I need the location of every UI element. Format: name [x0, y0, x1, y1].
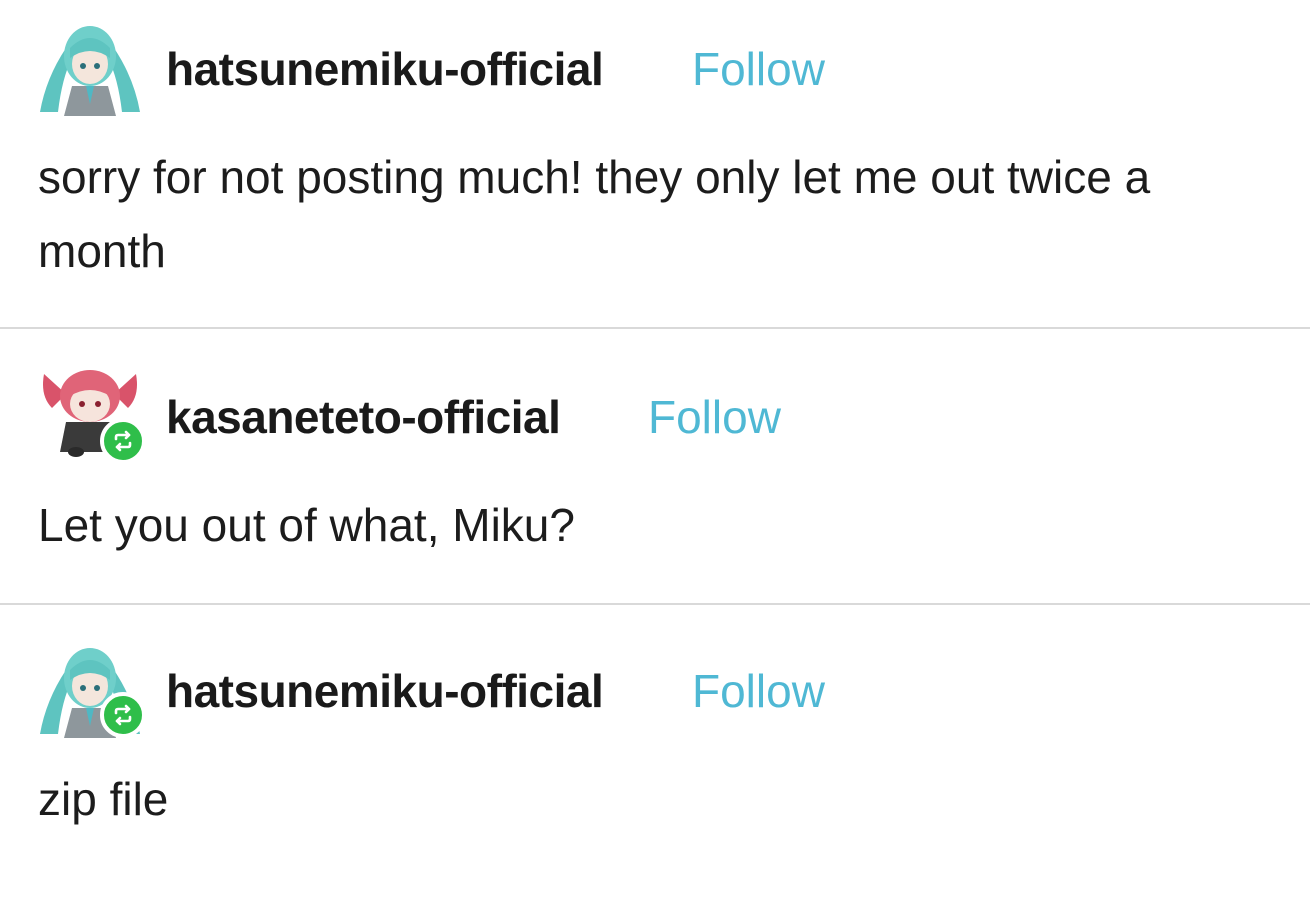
- divider: [0, 327, 1310, 329]
- post-header: hatsunemiku-official Follow: [36, 8, 1296, 118]
- post-2: kasaneteto-official Follow Let you out o…: [0, 330, 1310, 604]
- follow-button[interactable]: Follow: [692, 42, 825, 96]
- username[interactable]: hatsunemiku-official: [166, 664, 604, 718]
- reblog-icon: [100, 418, 146, 464]
- divider: [0, 603, 1310, 605]
- username[interactable]: hatsunemiku-official: [166, 42, 604, 96]
- post-1: hatsunemiku-official Follow sorry for no…: [0, 0, 1310, 328]
- username[interactable]: kasaneteto-official: [166, 390, 561, 444]
- post-text: sorry for not posting much! they only le…: [38, 151, 1151, 277]
- follow-button[interactable]: Follow: [692, 664, 825, 718]
- post-header: hatsunemiku-official Follow: [36, 630, 1296, 740]
- post-text: Let you out of what, Miku?: [38, 499, 575, 551]
- post-header: kasaneteto-official Follow: [36, 356, 1296, 466]
- follow-button[interactable]: Follow: [648, 390, 781, 444]
- post-text: zip file: [38, 773, 169, 825]
- reblog-icon: [100, 692, 146, 738]
- post-3: hatsunemiku-official Follow zip file: [0, 606, 1310, 909]
- hatsune-miku-avatar-icon[interactable]: [36, 8, 144, 116]
